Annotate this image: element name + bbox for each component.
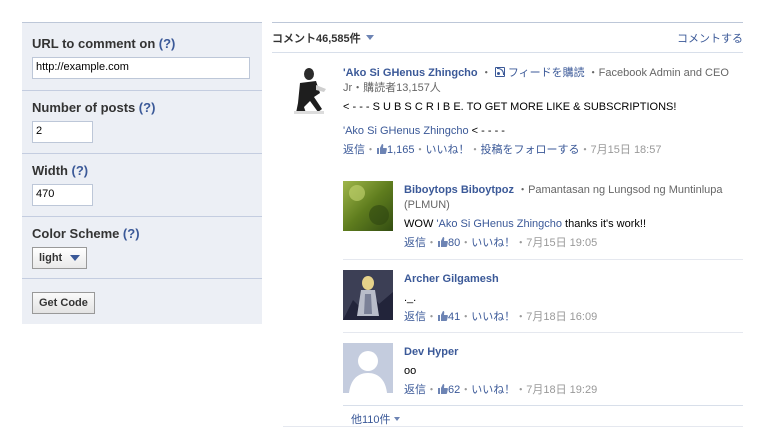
thumbs-up-icon: [438, 311, 448, 321]
scheme-help-link[interactable]: (?): [123, 226, 140, 241]
mention-link[interactable]: 'Ako Si GHenus Zhingcho: [343, 125, 469, 137]
main-comment: 'Ako Si GHenus Zhingcho ・ フィードを購読 ・Faceb…: [343, 66, 743, 158]
main-comment-text-suffix: < - - - -: [468, 125, 505, 137]
posts-section: Number of posts (?) 2: [22, 91, 262, 154]
width-input[interactable]: 470: [32, 184, 93, 206]
divider: [343, 332, 743, 333]
reply-text-prefix: WOW: [404, 218, 437, 230]
reply-text: ._.: [404, 292, 417, 304]
url-input[interactable]: http://example.com: [32, 57, 250, 79]
url-label: URL to comment on: [32, 36, 156, 51]
comment-date[interactable]: 7月15日 19:05: [526, 237, 597, 249]
like-count[interactable]: 41: [448, 311, 460, 323]
reply-link[interactable]: 返信: [404, 311, 426, 323]
posts-input[interactable]: 2: [32, 121, 93, 143]
reply-avatar[interactable]: [343, 270, 393, 320]
url-section: URL to comment on (?) http://example.com: [22, 23, 262, 91]
reply-avatar[interactable]: [343, 343, 393, 393]
comment-date[interactable]: 7月18日 16:09: [526, 311, 597, 323]
divider: [343, 405, 743, 406]
reply-comment: Biboytops Biboytpoz ・Pamantasan ng Lungs…: [404, 183, 744, 251]
width-label: Width: [32, 163, 68, 178]
like-count[interactable]: 80: [448, 237, 460, 249]
scheme-label: Color Scheme: [32, 226, 120, 241]
comment-date[interactable]: 7月15日 18:57: [591, 144, 662, 156]
like-link[interactable]: いいね！: [471, 384, 515, 396]
reply-comment: Dev Hyper oo 返信・ 62・いいね！・7月18日 19:29: [404, 345, 744, 398]
get-code-button[interactable]: Get Code: [32, 292, 95, 314]
mention-link[interactable]: 'Ako Si GHenus Zhingcho: [436, 218, 562, 230]
thumbs-up-icon: [438, 384, 448, 394]
reply-text: oo: [404, 365, 417, 377]
like-link[interactable]: いいね！: [471, 311, 515, 323]
more-replies-label: 他110件: [351, 414, 391, 426]
width-help-link[interactable]: (?): [71, 163, 88, 178]
comments-header: コメント46,585件 コメントする: [272, 22, 743, 53]
reply-actions: 返信・ 41・いいね！・7月18日 16:09: [404, 311, 598, 323]
color-scheme-select[interactable]: light: [32, 247, 88, 269]
url-help-link[interactable]: (?): [159, 36, 176, 51]
reply-link[interactable]: 返信: [404, 237, 426, 249]
divider: [343, 259, 743, 260]
like-link[interactable]: いいね！: [471, 237, 515, 249]
reply-text-suffix: thanks it's work!!: [562, 218, 647, 230]
reply-actions: 返信・ 80・いいね！・7月15日 19:05: [404, 237, 598, 249]
reply-author-name[interactable]: Archer Gilgamesh: [404, 273, 499, 285]
config-panel: URL to comment on (?) http://example.com…: [22, 22, 262, 324]
rss-icon: [494, 67, 505, 77]
main-author-name[interactable]: 'Ako Si GHenus Zhingcho: [343, 67, 478, 79]
reply-link[interactable]: 返信: [404, 384, 426, 396]
scheme-section: Color Scheme (?) light: [22, 217, 262, 279]
reply-link[interactable]: 返信: [343, 144, 365, 156]
main-comment-actions: 返信・ 1,165・いいね！・投稿をフォローする・7月15日 18:57: [343, 144, 662, 156]
sort-chevron-icon: [365, 35, 374, 40]
reply-comment: Archer Gilgamesh ._. 返信・ 41・いいね！・7月18日 16…: [404, 272, 744, 325]
comment-count-sort[interactable]: コメント46,585件: [272, 30, 374, 46]
follow-feed-link[interactable]: フィードを購読: [508, 67, 585, 79]
main-comment-text-2: 'Ako Si GHenus Zhingcho < - - - -: [343, 124, 743, 139]
chevron-down-icon: [70, 255, 81, 261]
reply-text: WOW 'Ako Si GHenus Zhingcho thanks it's …: [404, 217, 744, 232]
width-section: Width (?) 470: [22, 154, 262, 217]
reply-author-name[interactable]: Dev Hyper: [404, 346, 458, 358]
comments-plugin: コメント46,585件 コメントする: [272, 22, 743, 53]
chevron-down-icon: [393, 417, 400, 421]
reply-actions: 返信・ 62・いいね！・7月18日 19:29: [404, 384, 598, 396]
like-count[interactable]: 1,165: [387, 144, 415, 156]
more-replies-link[interactable]: 他110件: [351, 411, 400, 427]
thumbs-up-icon: [438, 237, 448, 247]
reply-author-name[interactable]: Biboytops Biboytpoz: [404, 184, 514, 196]
comment-date[interactable]: 7月18日 19:29: [526, 384, 597, 396]
add-comment-link[interactable]: コメントする: [677, 30, 743, 46]
posts-label: Number of posts: [32, 100, 136, 115]
like-link[interactable]: いいね！: [426, 144, 470, 156]
comment-count: コメント46,585件: [272, 32, 361, 45]
main-comment-text: < - - - S U B S C R I B E. TO GET MORE L…: [343, 101, 677, 113]
posts-help-link[interactable]: (?): [139, 100, 156, 115]
follow-post-link[interactable]: 投稿をフォローする: [481, 144, 580, 156]
divider: [283, 426, 743, 427]
like-count[interactable]: 62: [448, 384, 460, 396]
get-code-section: Get Code: [22, 279, 262, 314]
main-author-avatar[interactable]: [286, 63, 333, 115]
thumbs-up-icon: [377, 144, 387, 154]
color-scheme-value: light: [39, 252, 63, 264]
reply-avatar[interactable]: [343, 181, 393, 231]
